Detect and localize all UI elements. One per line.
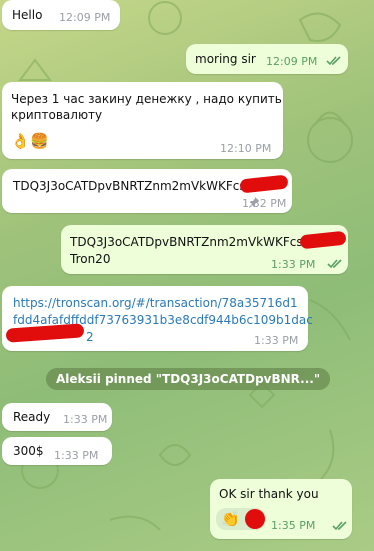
message-text-line-2: Tron20 xyxy=(70,252,111,266)
message-bubble-incoming[interactable]: https://tronscan.org/#/transaction/78a35… xyxy=(2,286,313,351)
clapping-hands-emoji-icon: 👏 xyxy=(221,510,240,528)
message-text: moring sir xyxy=(195,52,256,66)
message-time: 12:09 PM xyxy=(266,55,318,68)
redaction-mark xyxy=(299,230,347,250)
message-text: TDQ3J3oCATDpvBNRTZnm2mVkWKFcs xyxy=(13,179,246,193)
message-text-line-2: криптовалюту xyxy=(11,108,103,122)
burger-emoji-icon: 🍔 xyxy=(30,132,49,150)
message-time: 1:35 PM xyxy=(271,519,316,532)
double-check-icon xyxy=(327,259,342,269)
chat-message-list[interactable]: Hello 12:09 PM moring sir 12:09 PM Через… xyxy=(0,0,374,551)
transaction-link-line-1[interactable]: https://tronscan.org/#/transaction/78a35… xyxy=(13,296,298,310)
message-text: 300$ xyxy=(13,444,44,458)
message-bubble-outgoing[interactable]: moring sir 12:09 PM xyxy=(186,44,348,74)
transaction-link-line-3[interactable]: 2 xyxy=(86,330,94,344)
message-bubble-incoming[interactable]: 300$ 1:33 PM xyxy=(2,437,112,465)
message-text: Hello xyxy=(12,8,43,22)
message-time: 12:10 PM xyxy=(220,142,272,155)
message-bubble-outgoing[interactable]: OK sir thank you 👏 1:35 PM xyxy=(210,479,352,539)
message-bubble-incoming[interactable]: TDQ3J3oCATDpvBNRTZnm2mVkWKFcs 1:32 PM xyxy=(2,169,292,213)
message-bubble-incoming[interactable]: Ready 1:33 PM xyxy=(2,403,112,431)
reaction-pill[interactable]: 👏 xyxy=(216,508,266,530)
redaction-mark xyxy=(239,174,289,194)
message-text: OK sir thank you xyxy=(219,487,319,501)
message-text: Ready xyxy=(13,410,51,424)
double-check-icon xyxy=(326,56,341,66)
message-text-line-1: TDQ3J3oCATDpvBNRTZnm2mVkWKFcs xyxy=(70,235,303,249)
message-time: 1:32 PM xyxy=(242,197,287,210)
message-bubble-incoming[interactable]: Hello 12:09 PM xyxy=(2,0,120,30)
double-check-icon xyxy=(332,521,347,531)
message-time: 1:33 PM xyxy=(254,334,299,347)
ok-hand-emoji-icon: 👌 xyxy=(11,132,30,150)
message-time: 1:33 PM xyxy=(63,413,108,426)
message-bubble-outgoing[interactable]: TDQ3J3oCATDpvBNRTZnm2mVkWKFcs Tron20 1:3… xyxy=(61,225,348,274)
message-time: 12:09 PM xyxy=(59,11,111,24)
reactor-avatar xyxy=(245,509,265,529)
message-bubble-incoming[interactable]: Через 1 час закину денежку , надо купить… xyxy=(2,82,283,159)
pinned-message-notice[interactable]: Aleksii pinned "TDQ3J3oCATDpvBNR..." xyxy=(46,368,331,390)
message-text-line-1: Через 1 час закину денежку , надо купить xyxy=(11,92,282,106)
message-time: 1:33 PM xyxy=(54,449,99,462)
message-time: 1:33 PM xyxy=(271,258,316,271)
